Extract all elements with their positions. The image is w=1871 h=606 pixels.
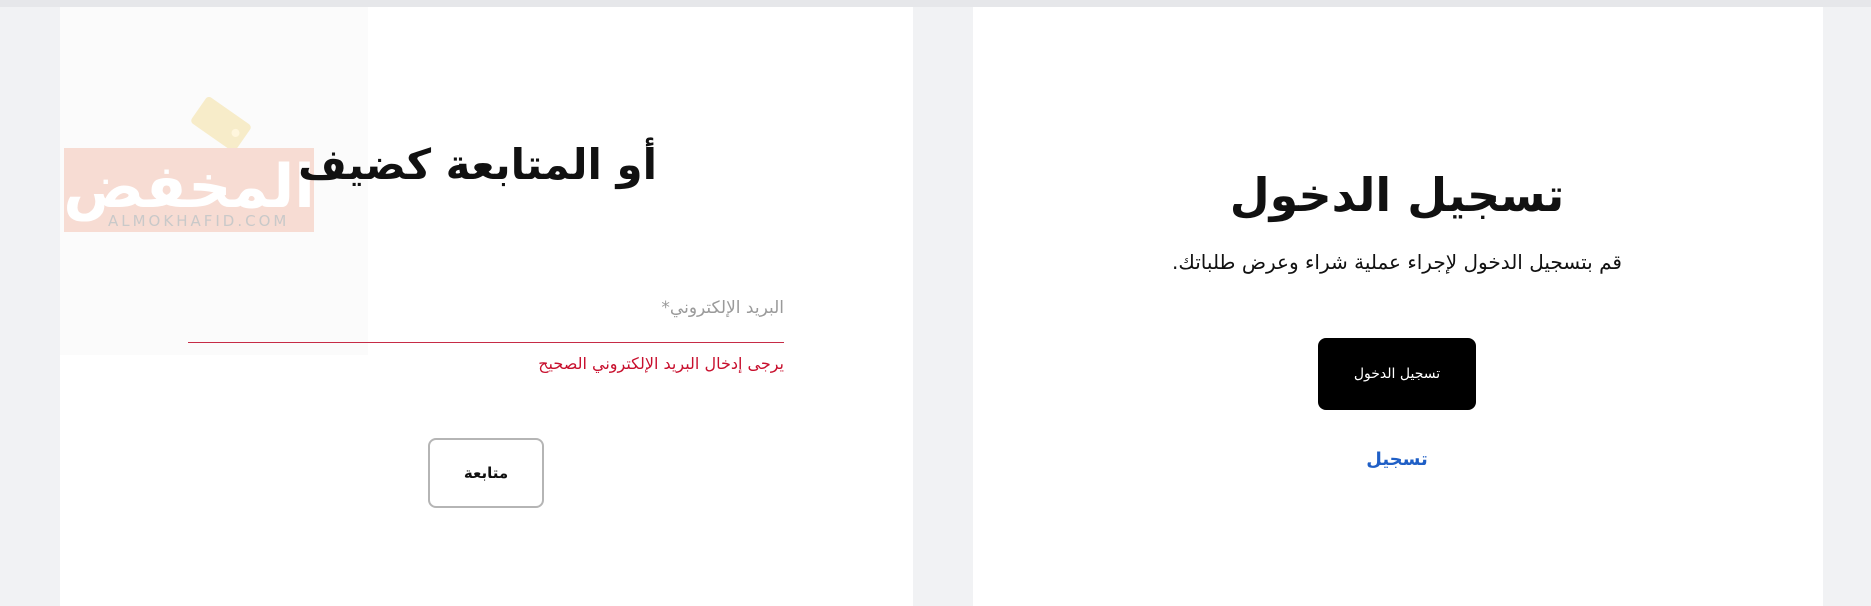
login-title: تسجيل الدخول <box>1229 168 1565 222</box>
login-button[interactable]: تسجيل الدخول <box>1318 338 1476 410</box>
watermark-domain: ALMOKHAFID.COM <box>108 212 290 230</box>
login-subtitle: قم بتسجيل الدخول لإجراء عملية شراء وعرض … <box>1172 250 1622 274</box>
top-divider <box>0 0 1871 7</box>
continue-button[interactable]: متابعة <box>428 438 544 508</box>
register-link[interactable]: تسجيل <box>1318 449 1476 470</box>
email-field[interactable] <box>188 328 784 343</box>
guest-title: أو المتابعة كضيف <box>298 140 657 189</box>
login-panel <box>973 7 1823 606</box>
email-error-message: يرجى إدخال البريد الإلكتروني الصحيح <box>538 354 784 373</box>
email-label: البريد الإلكتروني* <box>661 298 784 318</box>
watermark-logo-text: المخفض <box>63 152 315 222</box>
